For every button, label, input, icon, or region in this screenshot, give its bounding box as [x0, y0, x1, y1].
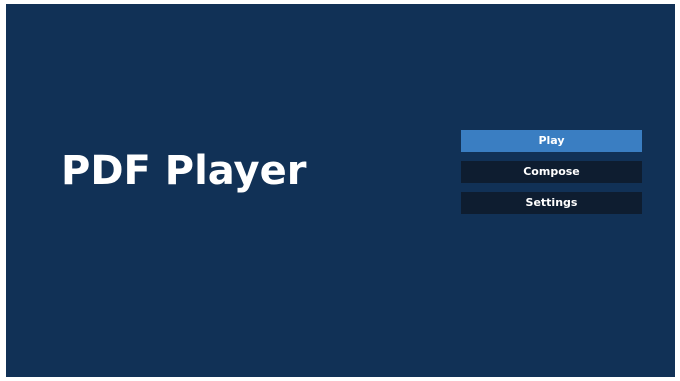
app-screen: PDF Player Play Compose Settings: [6, 4, 675, 377]
compose-button[interactable]: Compose: [461, 161, 642, 183]
play-button[interactable]: Play: [461, 130, 642, 152]
app-title: PDF Player: [61, 148, 307, 194]
settings-button[interactable]: Settings: [461, 192, 642, 214]
main-menu: Play Compose Settings: [461, 130, 642, 214]
